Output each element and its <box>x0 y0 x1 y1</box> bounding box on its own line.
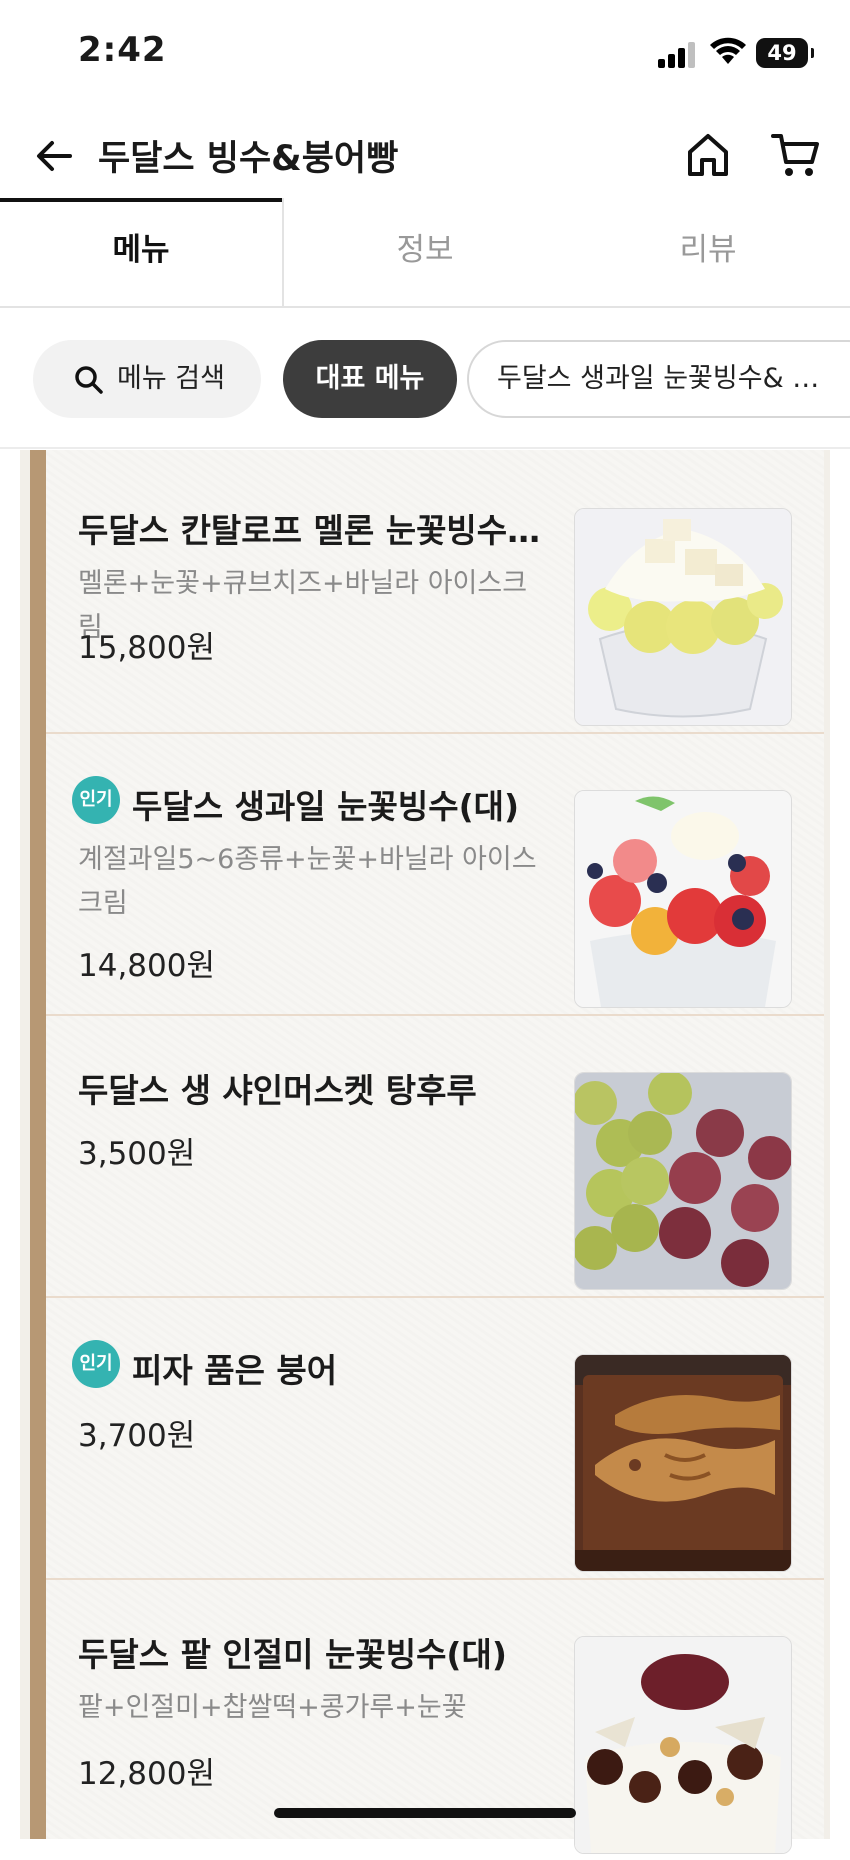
menu-item[interactable]: 인기 두달스 생과일 눈꽃빙수(대) 계절과일5~6종류+눈꽃+바닐라 아이스크… <box>46 732 824 1016</box>
popular-badge: 인기 <box>72 776 120 824</box>
category-chip[interactable]: 두달스 생과일 눈꽃빙수& … <box>467 340 850 418</box>
tab-bar: 메뉴 정보 리뷰 <box>0 198 850 308</box>
menu-item-price: 3,700원 <box>78 1418 196 1454</box>
menu-list-area: 두달스 칸탈로프 멜론 눈꽃빙수(… 멜론+눈꽃+큐브치즈+바닐라 아이스크림 … <box>20 450 830 1854</box>
menu-search-button[interactable]: 메뉴 검색 <box>33 340 261 418</box>
menu-item-description: 팥+인절미+찹쌀떡+콩가루+눈꽃 <box>78 1692 467 1723</box>
menu-board: 두달스 칸탈로프 멜론 눈꽃빙수(… 멜론+눈꽃+큐브치즈+바닐라 아이스크림 … <box>46 450 824 1854</box>
menu-item-name: 두달스 생과일 눈꽃빙수(대) <box>132 787 520 826</box>
home-icon[interactable] <box>684 130 732 180</box>
menu-item[interactable]: 두달스 칸탈로프 멜론 눈꽃빙수(… 멜론+눈꽃+큐브치즈+바닐라 아이스크림 … <box>46 450 824 734</box>
search-icon <box>75 366 103 394</box>
tab-reviews[interactable]: 리뷰 <box>566 198 850 306</box>
melon-bingsu-photo <box>574 508 792 726</box>
menu-item-price: 3,500원 <box>78 1136 196 1172</box>
menu-item-price: 12,800원 <box>78 1756 215 1792</box>
menu-item-name: 두달스 칸탈로프 멜론 눈꽃빙수(… <box>78 511 548 550</box>
fruit-bingsu-photo <box>574 790 792 1008</box>
tab-info[interactable]: 정보 <box>284 198 566 306</box>
popular-badge: 인기 <box>72 1340 120 1388</box>
back-arrow-icon[interactable] <box>30 132 78 180</box>
menu-item-name: 두달스 생 샤인머스켓 탕후루 <box>78 1071 477 1110</box>
grape-tanghulu-photo <box>574 1072 792 1290</box>
status-time: 2:42 <box>78 30 167 70</box>
status-bar: 2:42 49 <box>0 0 850 105</box>
representative-menu-chip[interactable]: 대표 메뉴 <box>283 340 457 418</box>
cart-icon[interactable] <box>770 130 822 180</box>
cellular-signal-icon <box>658 40 698 68</box>
menu-item[interactable]: 두달스 생 샤인머스켓 탕후루 3,500원 <box>46 1014 824 1298</box>
battery-indicator: 49 <box>756 38 814 68</box>
app-header: 두달스 빙수&붕어빵 <box>0 110 850 200</box>
tab-menu[interactable]: 메뉴 <box>0 198 282 306</box>
wifi-icon <box>710 37 746 64</box>
menu-search-label: 메뉴 검색 <box>117 363 225 394</box>
menu-item-description: 계절과일5~6종류+눈꽃+바닐라 아이스크림 <box>78 844 537 919</box>
menu-item-price: 14,800원 <box>78 948 215 984</box>
bungeoppang-photo <box>574 1354 792 1572</box>
redbean-bingsu-photo <box>574 1636 792 1854</box>
menu-item-price: 15,800원 <box>78 630 215 666</box>
menu-item-name: 두달스 팥 인절미 눈꽃빙수(대) <box>78 1635 507 1674</box>
menu-board-frame: 두달스 칸탈로프 멜론 눈꽃빙수(… 멜론+눈꽃+큐브치즈+바닐라 아이스크림 … <box>30 450 824 1854</box>
page-title: 두달스 빙수&붕어빵 <box>98 139 399 179</box>
menu-item[interactable]: 인기 피자 품은 붕어 3,700원 <box>46 1296 824 1580</box>
menu-item-name: 피자 품은 붕어 <box>132 1351 338 1390</box>
section-divider <box>0 447 850 449</box>
menu-filter-chips: 메뉴 검색 대표 메뉴 두달스 생과일 눈꽃빙수& … <box>0 336 850 422</box>
home-indicator <box>274 1808 576 1818</box>
